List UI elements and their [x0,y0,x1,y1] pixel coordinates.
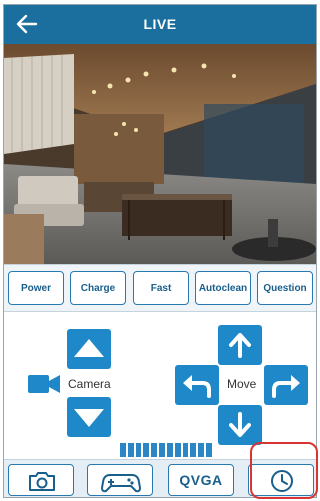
level-bar [143,443,150,457]
gamepad-button[interactable] [87,464,153,496]
live-video-feed[interactable] [4,44,316,264]
fast-button[interactable]: Fast [133,271,189,305]
level-bar [166,443,173,457]
signal-level-indicator [120,443,212,457]
control-panel: Camera Move [4,313,316,459]
camera-icon [29,472,55,491]
resolution-label: QVGA [179,472,223,488]
level-bar [182,443,189,457]
camera-up-button[interactable] [67,329,111,369]
snapshot-button[interactable] [8,464,74,496]
camera-label: Camera [68,377,111,391]
autoclean-button[interactable]: Autoclean [195,271,251,305]
power-button[interactable]: Power [8,271,64,305]
level-bar [127,443,134,457]
resolution-button[interactable]: QVGA [168,464,234,496]
top-bar: LIVE [4,5,316,44]
move-left-button[interactable] [175,365,219,405]
level-bar [159,443,165,457]
move-label: Move [227,377,257,391]
move-down-button[interactable] [218,405,262,445]
gamepad-icon [101,474,141,493]
move-up-button[interactable] [218,325,262,365]
command-bar: Power Charge Fast Autoclean Question [4,264,316,312]
camera-down-button[interactable] [67,397,111,437]
charge-button[interactable]: Charge [70,271,126,305]
level-bar [151,443,158,457]
highlight-box [250,442,318,499]
app-frame: LIVE Power Charge Fast Autoclean Questio… [3,4,317,498]
level-bar [206,443,212,457]
level-bar [190,443,197,457]
question-button[interactable]: Question [257,271,313,305]
level-bar [198,443,205,457]
level-bar [120,443,126,457]
level-bar [174,443,181,457]
page-title: LIVE [143,16,177,32]
video-camera-icon [27,372,61,396]
move-right-button[interactable] [264,365,308,405]
level-bar [135,443,142,457]
